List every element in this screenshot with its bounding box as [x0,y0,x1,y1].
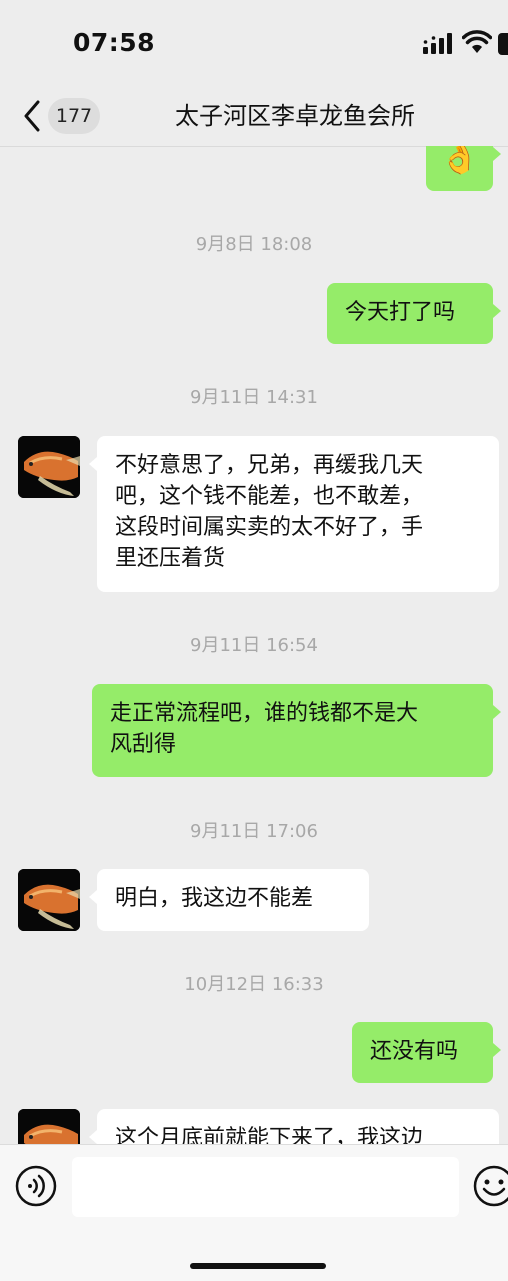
signal-icon [423,33,452,54]
message-bubble-outgoing[interactable]: 👌 [426,146,501,191]
wifi-icon [462,30,492,53]
arowana-fish-avatar-icon [18,1109,80,1144]
message-text-line: 风刮得 [110,732,177,757]
message-bubble-incoming[interactable]: 不好意思了，兄弟，再缓我几天 吧，这个钱不能差，也不敢差， 这段时间属实卖的太不… [89,436,499,592]
ok-hand-emoji: 👌 [439,146,480,176]
message-timestamp: 9月11日 14:31 [190,387,318,408]
message-text-line: 吧，这个钱不能差，也不敢差， [115,484,424,509]
message-text-line: 不好意思了，兄弟，再缓我几天 [115,453,424,478]
contact-avatar[interactable] [18,869,80,931]
contact-avatar[interactable] [18,436,80,498]
arowana-fish-avatar-icon [18,869,80,931]
message-bubble-outgoing[interactable]: 走正常流程吧，谁的钱都不是大 风刮得 [92,684,501,777]
message-timestamp: 9月11日 17:06 [190,821,318,842]
message-list[interactable]: 👌 9月8日 18:08 今天打了吗 9月11日 14:31 不好意思了，兄弟，… [0,146,508,1144]
unread-count-badge[interactable]: 177 [48,98,100,134]
status-bar: 07:58 [0,0,508,88]
message-bubble-incoming[interactable]: 这个月底前就能下来了，我这边 [89,1109,499,1144]
chat-title: 太子河区李卓龙鱼会所 [175,102,415,130]
message-bubble-outgoing[interactable]: 今天打了吗 [327,283,501,344]
voice-icon[interactable] [14,1164,58,1208]
back-chevron-icon[interactable] [20,98,44,134]
chat-header: 177 太子河区李卓龙鱼会所 [0,88,508,147]
status-time: 07:58 [73,28,156,57]
message-timestamp: 9月11日 16:54 [190,635,318,656]
message-bubble-outgoing[interactable]: 还没有吗 [352,1022,501,1083]
smiley-icon[interactable] [472,1164,508,1208]
message-text: 今天打了吗 [345,300,456,325]
message-timestamp: 9月8日 18:08 [195,234,313,255]
message-text-line: 这段时间属实卖的太不好了，手 [115,515,424,540]
battery-icon [498,33,508,55]
arowana-fish-avatar-icon [18,436,80,498]
message-text-line: 走正常流程吧，谁的钱都不是大 [110,701,419,726]
message-text: 还没有吗 [370,1039,459,1064]
message-input-bar [0,1144,508,1281]
message-timestamp: 10月12日 16:33 [184,974,324,995]
message-bubble-incoming[interactable]: 明白，我这边不能差 [89,869,369,931]
message-text: 这个月底前就能下来了，我这边 [115,1126,424,1144]
message-text: 明白，我这边不能差 [115,886,314,911]
home-indicator[interactable] [190,1263,326,1269]
message-text-line: 里还压着货 [115,546,226,571]
message-input[interactable] [72,1157,459,1217]
contact-avatar[interactable] [18,1109,80,1144]
